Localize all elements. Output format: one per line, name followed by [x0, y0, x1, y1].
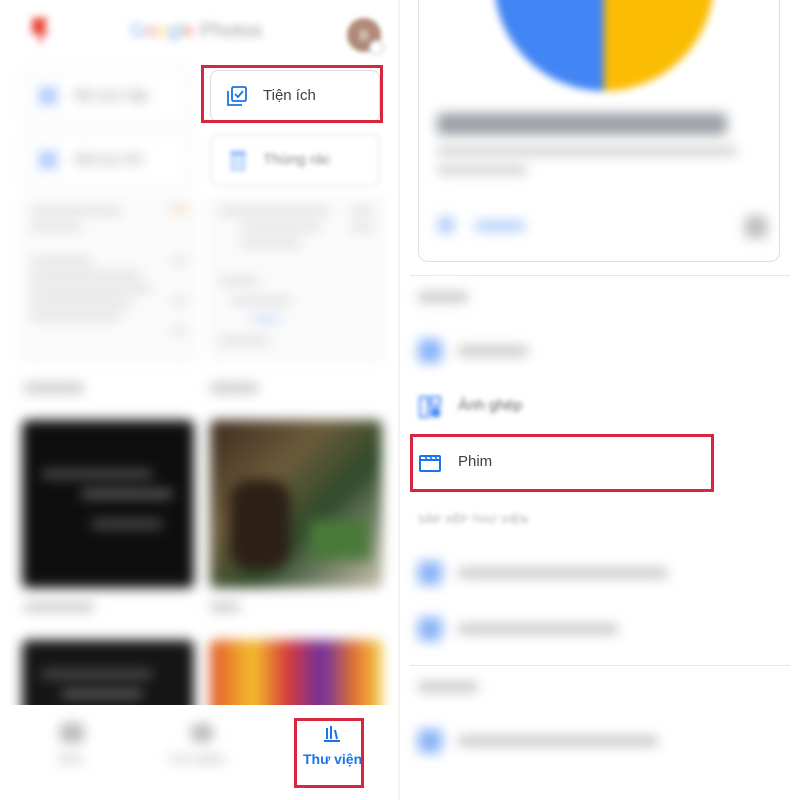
trash-icon — [229, 149, 247, 176]
album-thumbnail-1[interactable] — [22, 420, 194, 588]
highlight-library-tab — [294, 718, 364, 788]
document-thumbnail-2[interactable] — [210, 198, 384, 360]
create-item-1-label — [458, 346, 528, 356]
pin-icon[interactable] — [28, 16, 54, 44]
document-thumbnail-1[interactable] — [22, 198, 196, 360]
organize-section-header: SẮP XẾP THƯ VIỆN — [418, 514, 529, 526]
create-item-1[interactable] — [400, 324, 800, 378]
trash-label: Thùng rác — [263, 151, 331, 168]
hero-subtitle-line-1 — [437, 147, 737, 155]
section-divider-1 — [410, 275, 790, 276]
app-logo: Google Photos — [130, 20, 263, 42]
collage-icon — [418, 395, 442, 419]
other-item-1-label — [458, 736, 658, 746]
hero-title — [437, 113, 727, 135]
other-item-1[interactable] — [400, 714, 800, 768]
album-header-1 — [24, 382, 84, 394]
collage-label: Ảnh ghép — [458, 397, 523, 414]
hero-menu-icon[interactable] — [745, 216, 767, 238]
other-icon-1 — [418, 729, 442, 753]
utility-label-1: Bộ sưu tập — [75, 87, 149, 104]
utilities-screen: Ảnh ghép Phim SẮP XẾP THƯ VIỆN — [400, 0, 800, 800]
illustration — [494, 0, 714, 91]
album-header-2 — [210, 382, 258, 394]
highlight-movie — [410, 434, 714, 492]
hero-action-label[interactable] — [475, 221, 525, 231]
collage-item[interactable]: Ảnh ghép — [400, 380, 800, 434]
app-logo-product: Photos — [200, 20, 263, 42]
third-section-header — [418, 682, 478, 692]
organize-icon-1 — [418, 561, 442, 585]
photos-tab-label[interactable]: Ảnh — [58, 751, 83, 767]
highlight-utilities — [201, 65, 383, 123]
hero-action-icon[interactable] — [437, 216, 455, 234]
search-tab-label[interactable]: Tìm kiếm — [168, 751, 226, 767]
organize-item-1-label — [458, 568, 668, 578]
organize-item-1[interactable] — [400, 546, 800, 600]
trash-card[interactable]: Thùng rác — [210, 134, 380, 186]
create-section-header — [418, 292, 468, 302]
album-thumbnail-2[interactable] — [210, 420, 382, 588]
album-caption-2 — [210, 602, 240, 612]
avatar-initial: B — [359, 27, 369, 43]
album-caption-1 — [24, 602, 94, 612]
hero-card — [418, 0, 780, 262]
hero-subtitle-line-2 — [437, 166, 527, 174]
organize-item-2-label — [458, 624, 618, 634]
organize-icon-2 — [418, 617, 442, 641]
avatar-badge — [369, 40, 384, 55]
avatar[interactable]: B — [347, 18, 384, 55]
section-divider-2 — [410, 665, 790, 666]
animation-icon — [418, 339, 442, 363]
search-tab-icon[interactable] — [190, 723, 214, 743]
photos-tab-icon[interactable] — [60, 723, 84, 743]
utility-card-2[interactable]: Đã lưu trữ — [22, 134, 192, 186]
archive-icon — [39, 151, 57, 169]
utility-label-2: Đã lưu trữ — [75, 151, 144, 168]
organize-item-2[interactable] — [400, 602, 800, 656]
collection-icon — [39, 87, 57, 105]
utility-card-1[interactable]: Bộ sưu tập — [22, 70, 192, 122]
library-screen: Google Photos B Bộ sưu tập Tiện ích Đã l… — [0, 0, 400, 800]
